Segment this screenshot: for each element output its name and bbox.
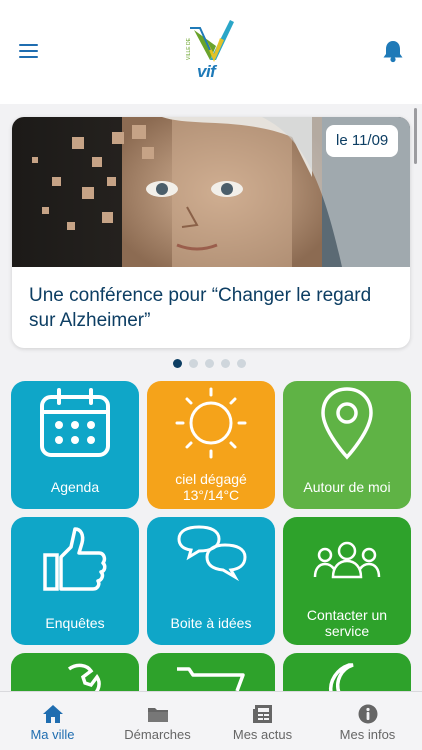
tab-mes-actus[interactable]: Mes actus [210, 692, 315, 750]
tile-label: Contacter un service [306, 607, 388, 639]
featured-news-card[interactable]: le 11/09 Une conférence pour “Changer le… [12, 117, 410, 348]
tab-label: Mes infos [339, 727, 396, 742]
news-image: le 11/09 [12, 117, 410, 267]
tile-ideas-box[interactable]: Boite à idées [147, 517, 275, 645]
bottom-tab-bar: Ma ville Démarches Mes actus Mes infos [0, 691, 422, 750]
pager-dot[interactable] [205, 359, 214, 368]
tile-label: Enquêtes [45, 615, 105, 631]
pager-dot-active[interactable] [173, 359, 182, 368]
tab-demarches[interactable]: Démarches [105, 692, 210, 750]
tile-label: Autour de moi [303, 479, 391, 495]
top-bar: VILLE DE vif [0, 0, 422, 104]
news-title[interactable]: Une conférence pour “Changer le regard s… [29, 283, 389, 333]
newspaper-icon [252, 703, 274, 725]
tab-ma-ville[interactable]: Ma ville [0, 692, 105, 750]
app-screen: VILLE DE vif le 11/09 Une conférence pou… [0, 0, 422, 750]
info-icon [357, 703, 379, 725]
tab-label: Démarches [124, 727, 191, 742]
logo-text: vif [197, 62, 216, 81]
people-group-icon [283, 517, 411, 607]
scroll-indicator[interactable] [414, 108, 417, 164]
carousel-pager [173, 359, 246, 369]
tile-surveys[interactable]: Enquêtes [11, 517, 139, 645]
tile-label: Boite à idées [170, 615, 252, 631]
tab-label: Mes actus [232, 727, 293, 742]
pager-dot[interactable] [189, 359, 198, 368]
calendar-icon [11, 381, 139, 471]
home-icon [42, 703, 64, 725]
chat-bubbles-icon [147, 517, 275, 607]
tile-weather[interactable]: ciel dégagé 13°/14°C [147, 381, 275, 509]
tile-agenda[interactable]: Agenda [11, 381, 139, 509]
sun-icon [147, 381, 275, 471]
thumbs-up-icon [11, 517, 139, 607]
tile-label: ciel dégagé 13°/14°C [175, 471, 247, 503]
logo-caption: VILLE DE [186, 38, 192, 60]
date-badge: le 11/09 [326, 125, 399, 157]
tile-around-me[interactable]: Autour de moi [283, 381, 411, 509]
bell-icon[interactable] [380, 38, 406, 64]
pager-dot[interactable] [221, 359, 230, 368]
map-pin-icon [283, 381, 411, 471]
pager-dot[interactable] [237, 359, 246, 368]
tile-contact-service[interactable]: Contacter un service [283, 517, 411, 645]
tab-label: Ma ville [30, 727, 75, 742]
tile-label: Agenda [50, 479, 100, 495]
hamburger-menu-icon[interactable] [18, 42, 40, 60]
tab-mes-infos[interactable]: Mes infos [315, 692, 420, 750]
folder-icon [147, 703, 169, 725]
